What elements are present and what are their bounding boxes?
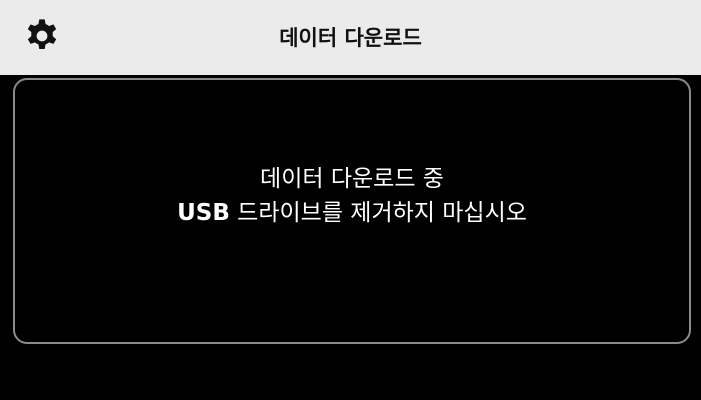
usb-warning-line: USB 드라이브를 제거하지 마십시오	[15, 196, 689, 230]
message-panel: 데이터 다운로드 중 USB 드라이브를 제거하지 마십시오	[13, 78, 691, 344]
page-title: 데이터 다운로드	[279, 26, 422, 50]
download-status-line: 데이터 다운로드 중	[260, 166, 444, 192]
status-message: 데이터 다운로드 중 USB 드라이브를 제거하지 마십시오	[15, 162, 689, 230]
usb-warning-text: 드라이브를 제거하지 마십시오	[229, 200, 527, 226]
usb-label: USB	[177, 200, 230, 226]
header-bar: 데이터 다운로드	[0, 0, 701, 75]
